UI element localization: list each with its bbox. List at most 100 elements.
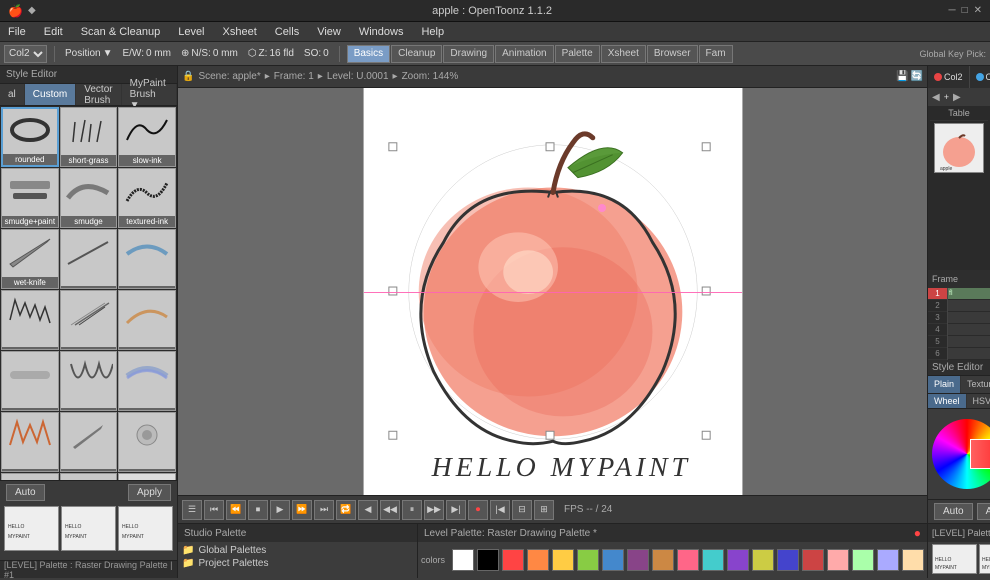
brush-item-10[interactable] [1, 290, 59, 350]
next-frame-btn[interactable]: ⏭ [314, 500, 334, 520]
brush-item-20[interactable]: AUTO Auto [60, 473, 118, 480]
menu-edit[interactable]: Edit [40, 26, 67, 38]
swatch-mint[interactable] [852, 549, 874, 571]
tab-al[interactable]: al [0, 84, 25, 105]
minimize-btn[interactable]: ─ [948, 5, 955, 16]
global-palettes-row[interactable]: 📁 Global Palettes [180, 544, 415, 557]
menu-xsheet[interactable]: Xsheet [219, 26, 261, 38]
swatch-crimson[interactable] [802, 549, 824, 571]
swatch-peach[interactable] [902, 549, 924, 571]
frame-num-3[interactable]: 3 [928, 312, 947, 324]
tab-animation[interactable]: Animation [495, 45, 553, 63]
tab-xsheet[interactable]: Xsheet [601, 45, 646, 63]
menu-level[interactable]: Level [174, 26, 208, 38]
swatch-blue[interactable] [602, 549, 624, 571]
frame-num-2[interactable]: 2 [928, 300, 947, 312]
swatch-black[interactable] [477, 549, 499, 571]
frame-cell-1-5[interactable] [948, 336, 990, 348]
end2-btn[interactable]: |◀ [490, 500, 510, 520]
subtab-hsv[interactable]: HSV [967, 394, 990, 408]
close-btn[interactable]: ✕ [974, 5, 982, 16]
play-btn[interactable]: ▶ [270, 500, 290, 520]
swatch-red[interactable] [502, 549, 524, 571]
menu-view[interactable]: View [313, 26, 345, 38]
swatch-purple[interactable] [627, 549, 649, 571]
menu-file[interactable]: File [4, 26, 30, 38]
brush-item-textured-ink[interactable]: textured-ink [118, 168, 176, 228]
tab-palette[interactable]: Palette [555, 45, 600, 63]
menu-cells[interactable]: Cells [271, 26, 303, 38]
frame-num-4[interactable]: 4 [928, 324, 947, 336]
frame-num-1[interactable]: 1 [928, 288, 947, 300]
loop-btn[interactable]: 🔁 [336, 500, 356, 520]
tab-col3[interactable]: Col3 [970, 66, 990, 88]
brush-item-8[interactable] [60, 229, 118, 289]
back2-btn[interactable]: ◀◀ [380, 500, 400, 520]
swatch-pink[interactable] [677, 549, 699, 571]
frame-num-6[interactable]: 6 [928, 348, 947, 360]
brush-item-17[interactable] [60, 412, 118, 472]
swatch-orange[interactable] [527, 549, 549, 571]
frame-cell-1-6[interactable] [948, 348, 990, 360]
col-select[interactable]: Col2 [4, 45, 47, 63]
swatch-green[interactable] [577, 549, 599, 571]
swatch-brown[interactable] [652, 549, 674, 571]
brush-item-short-grass[interactable]: short-grass [60, 107, 118, 167]
window-controls[interactable]: 🍎 ◆ [8, 4, 36, 18]
tab-vector-brush[interactable]: Vector Brush [76, 84, 121, 105]
brush-item-smudge-paint[interactable]: smudge+paint [1, 168, 59, 228]
swatch-salmon[interactable] [827, 549, 849, 571]
swatch-violet[interactable] [727, 549, 749, 571]
prev-frame-btn[interactable]: ⏮ [204, 500, 224, 520]
brush-item-smudge[interactable]: smudge [60, 168, 118, 228]
refresh-icon[interactable]: 🔄 [911, 71, 923, 82]
next-btn[interactable]: ⏩ [292, 500, 312, 520]
nav-left[interactable]: ◀ [930, 92, 942, 103]
expand-btn[interactable]: ⊞ [534, 500, 554, 520]
swatch-navy[interactable] [777, 549, 799, 571]
tab-cleanup[interactable]: Cleanup [391, 45, 442, 63]
frame-cell-1-2[interactable] [948, 300, 990, 312]
apply-btn-right[interactable]: Apply [977, 503, 990, 520]
brush-item-14[interactable] [60, 351, 118, 411]
brush-item-wet-knife[interactable]: wet-knife [1, 229, 59, 289]
brush-item-15[interactable] [118, 351, 176, 411]
tab-col2[interactable]: Col2 [928, 66, 970, 88]
tab-fam[interactable]: Fam [699, 45, 733, 63]
swatch-lavender[interactable] [877, 549, 899, 571]
pause-btn[interactable]: ⏸ [402, 500, 422, 520]
swatch-yellow[interactable] [552, 549, 574, 571]
window-controls-right[interactable]: ─ □ ✕ [948, 5, 982, 16]
menu-help[interactable]: Help [417, 26, 448, 38]
project-palettes-row[interactable]: 📁 Project Palettes [180, 557, 415, 570]
tab-browser[interactable]: Browser [647, 45, 698, 63]
hamburger-btn[interactable]: ☰ [182, 500, 202, 520]
swatch-olive[interactable] [752, 549, 774, 571]
brush-item-19[interactable] [1, 473, 59, 480]
style-tab-plain[interactable]: Plain [928, 376, 961, 393]
tab-custom[interactable]: Custom [25, 84, 76, 105]
style-tab-texture[interactable]: Texture [961, 376, 990, 393]
brush-item-9[interactable] [118, 229, 176, 289]
frame-num-5[interactable]: 5 [928, 336, 947, 348]
end-btn[interactable]: ▶| [446, 500, 466, 520]
brush-item-slow-ink[interactable]: slow-ink [118, 107, 176, 167]
color-wheel[interactable] [932, 419, 990, 489]
nav-right[interactable]: ▶ [951, 92, 963, 103]
canvas-area[interactable]: HELLO MYPAINT [178, 88, 927, 495]
menu-windows[interactable]: Windows [355, 26, 408, 38]
apply-button[interactable]: Apply [128, 484, 171, 501]
frame-cell-1-3[interactable] [948, 312, 990, 324]
shrink-btn[interactable]: ⊟ [512, 500, 532, 520]
brush-item-16[interactable] [1, 412, 59, 472]
brush-item-11[interactable] [60, 290, 118, 350]
maximize-btn[interactable]: □ [962, 5, 968, 16]
brush-item-12[interactable] [118, 290, 176, 350]
rec-btn[interactable]: ⏺ [468, 500, 488, 520]
fwd-btn[interactable]: ▶▶ [424, 500, 444, 520]
auto-button[interactable]: Auto [6, 484, 45, 501]
tab-mypaint-brush[interactable]: MyPaint Brush ▼ [122, 84, 177, 105]
brush-item-18[interactable] [118, 412, 176, 472]
save-icon[interactable]: 💾 [896, 71, 908, 82]
brush-item-21[interactable]: HELLO MYPAINT [118, 473, 176, 480]
